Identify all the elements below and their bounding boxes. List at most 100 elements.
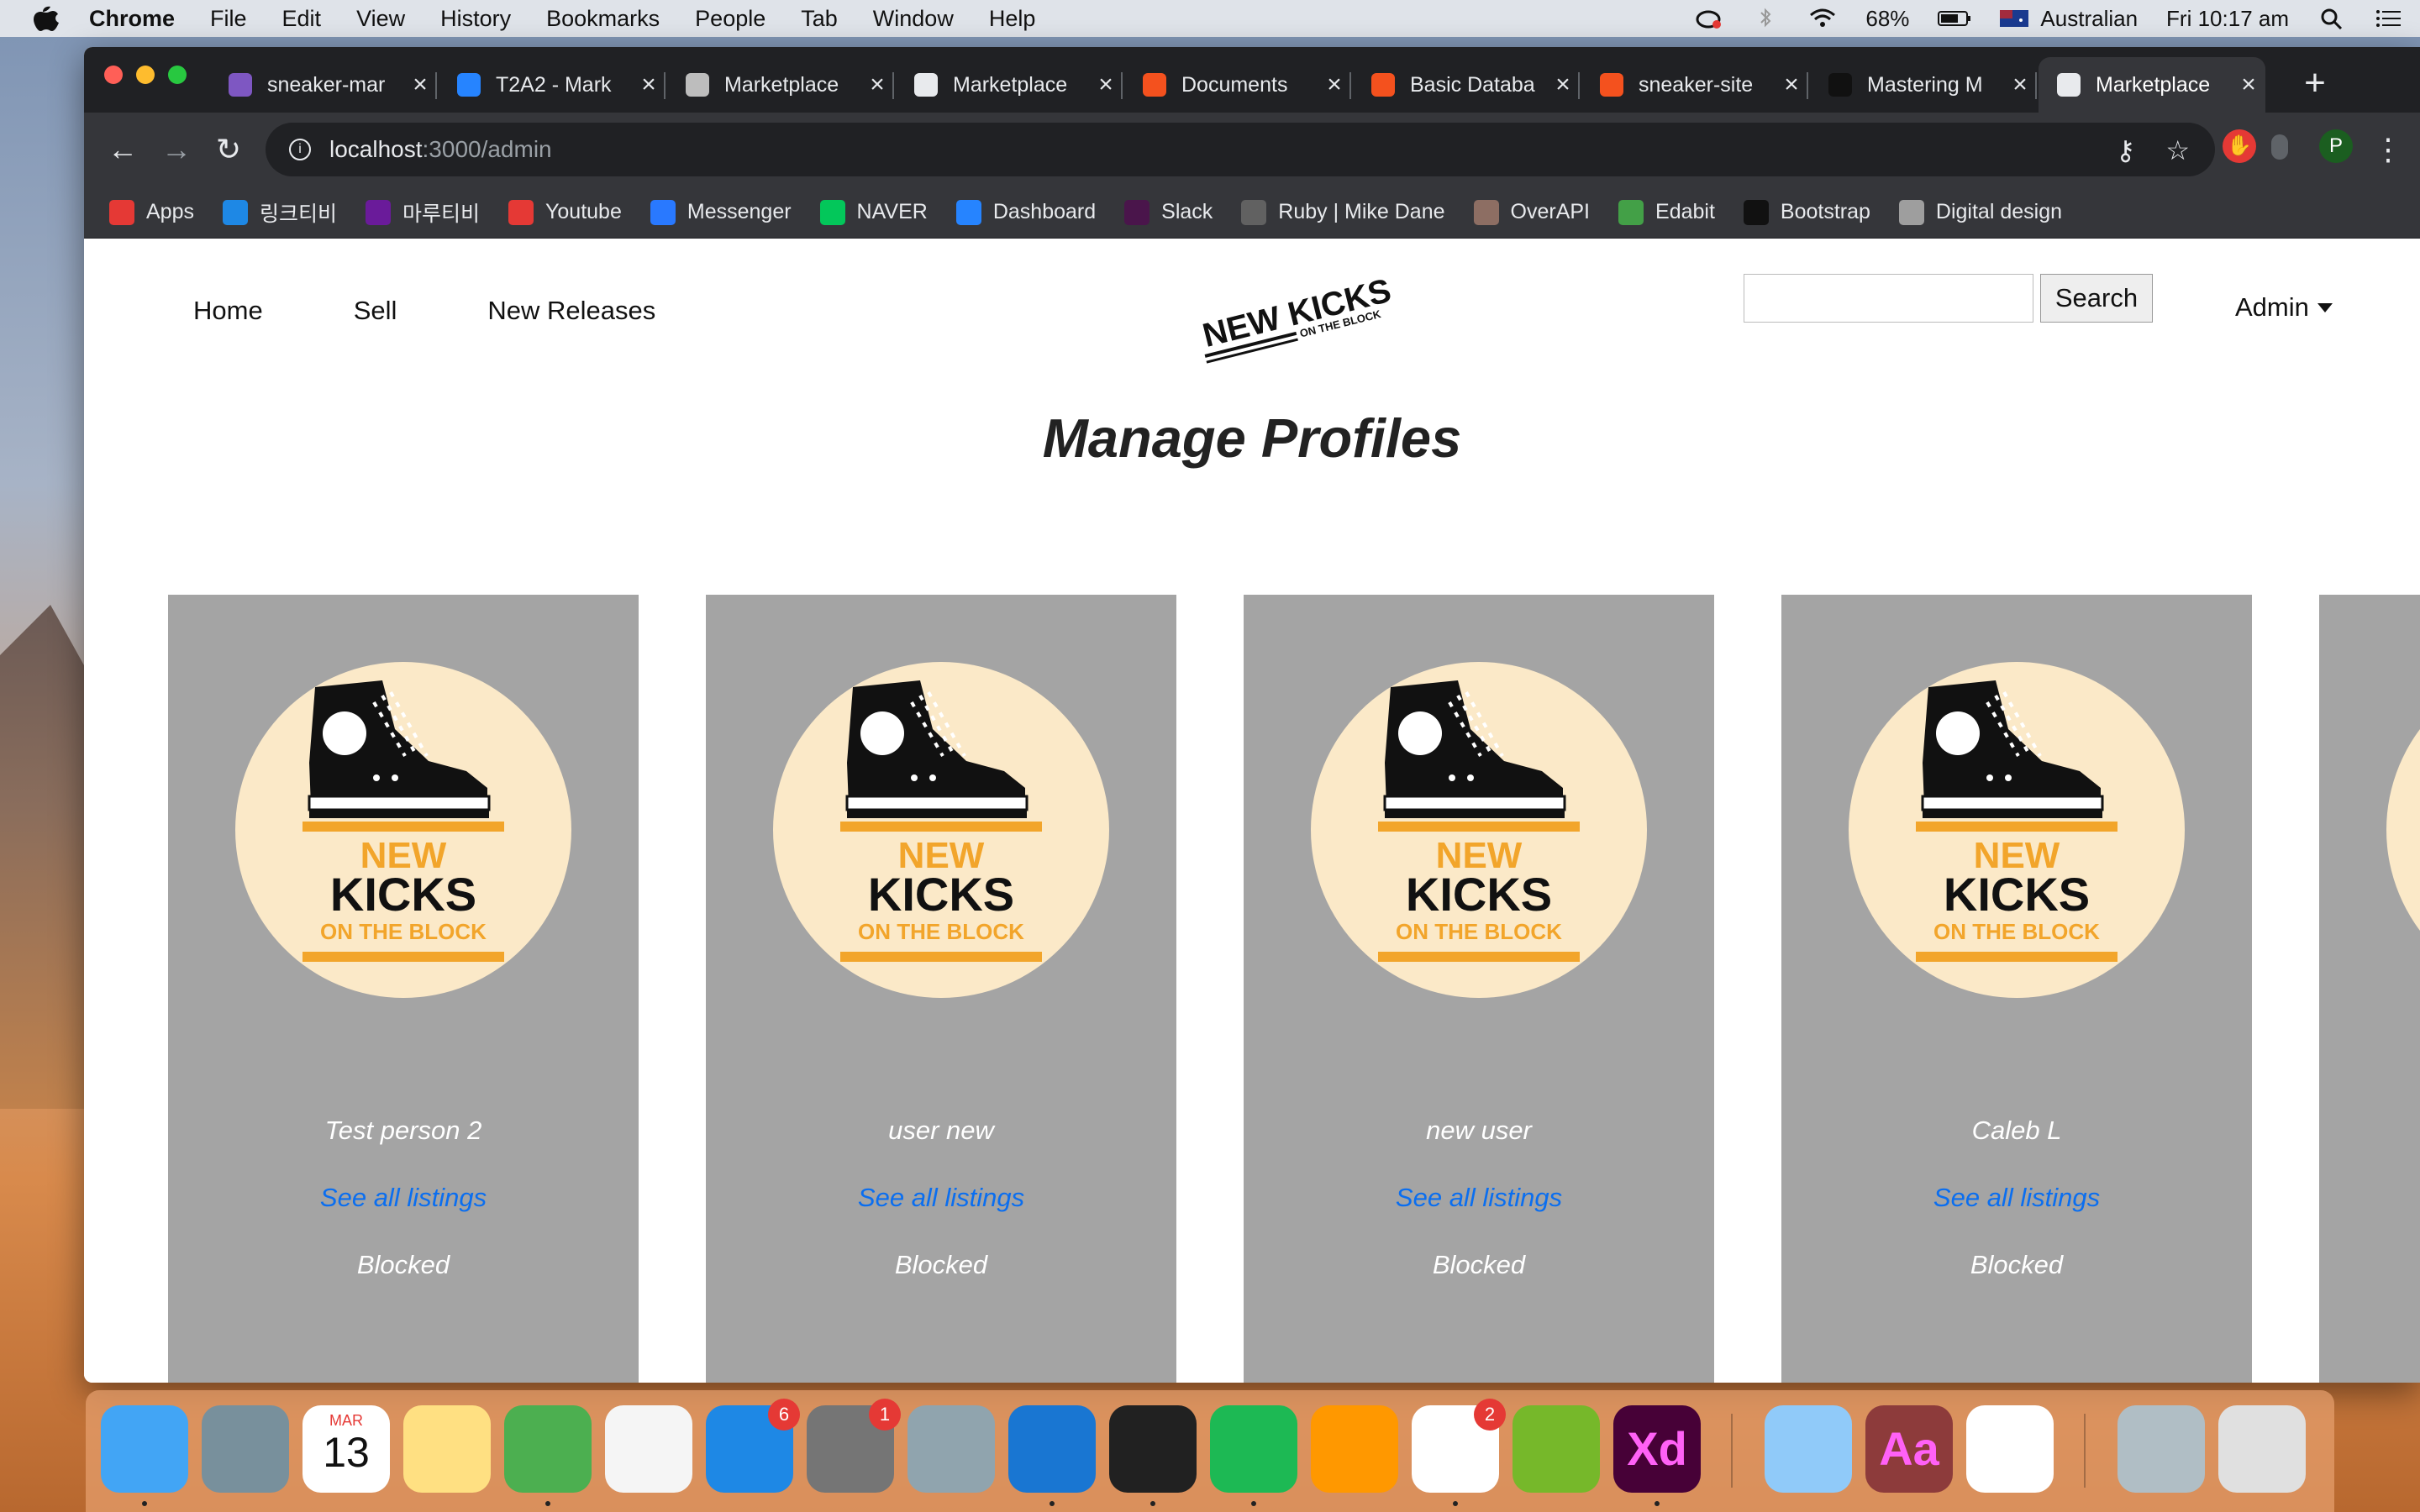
admin-dropdown[interactable]: Admin [2235, 292, 2333, 323]
close-tab-icon[interactable]: × [860, 71, 894, 99]
browser-tab[interactable]: T2A2 - Mark × [439, 57, 666, 113]
bookmark-star-icon[interactable]: ☆ [2165, 134, 2190, 166]
menu-clock[interactable]: Fri 10:17 am [2166, 6, 2289, 32]
bookmark-item[interactable]: Digital design [1898, 199, 2062, 225]
launchpad-icon[interactable] [202, 1405, 289, 1493]
menu-people[interactable]: People [695, 6, 765, 32]
address-bar[interactable]: i localhost:3000/admin ⚷ ☆ [266, 123, 2215, 176]
preview-icon[interactable] [908, 1405, 995, 1493]
adblock-extension-icon[interactable]: ✋ [2223, 129, 2256, 163]
menu-view[interactable]: View [356, 6, 405, 32]
creative-cloud-icon[interactable] [1694, 8, 1723, 29]
finder-icon[interactable] [101, 1405, 188, 1493]
bookmark-item[interactable]: NAVER [819, 199, 928, 225]
minimize-window-button[interactable] [136, 66, 155, 84]
bookmark-item[interactable]: Dashboard [955, 199, 1096, 225]
see-all-listings-link[interactable]: See all listings [168, 1183, 639, 1213]
close-tab-icon[interactable]: × [1546, 71, 1580, 99]
nav-new-releases-link[interactable]: New Releases [487, 296, 655, 326]
australia-flag-icon[interactable] [2000, 8, 2029, 29]
chrome-menu-icon[interactable]: ⋮ [2370, 131, 2407, 168]
notification-center-icon[interactable] [2375, 8, 2403, 29]
vscode-icon[interactable] [1008, 1405, 1096, 1493]
reload-button[interactable]: ↻ [210, 131, 247, 168]
browser-tab[interactable]: Marketplace × [896, 57, 1123, 113]
menu-window[interactable]: Window [873, 6, 954, 32]
search-input[interactable] [1744, 274, 2033, 323]
nav-home-link[interactable]: Home [193, 296, 263, 326]
bookmark-item[interactable]: Slack [1124, 199, 1213, 225]
input-source-label[interactable]: Australian [2040, 6, 2138, 32]
browser-tab[interactable]: Marketplace × [667, 57, 894, 113]
profile-status[interactable]: Blocked [1781, 1250, 2252, 1280]
profile-status[interactable]: Blocked [168, 1250, 639, 1280]
browser-tab[interactable]: sneaker-site × [1581, 57, 1808, 113]
pages-icon[interactable] [1311, 1405, 1398, 1493]
bookmark-item[interactable]: OverAPI [1473, 199, 1590, 225]
bookmark-item[interactable]: Youtube [508, 199, 622, 225]
apple-menu-icon[interactable] [34, 5, 59, 32]
zoom-window-button[interactable] [168, 66, 187, 84]
nav-sell-link[interactable]: Sell [354, 296, 397, 326]
utorrent-icon[interactable] [1512, 1405, 1600, 1493]
bookmark-item[interactable]: Messenger [650, 199, 792, 225]
sequel-pro-icon[interactable] [1966, 1405, 2054, 1493]
bookmark-item[interactable]: Ruby | Mike Dane [1241, 199, 1445, 225]
profile-status[interactable]: Blocked [1244, 1250, 1714, 1280]
calendar-icon[interactable]: MAR 13 [302, 1405, 390, 1493]
menu-help[interactable]: Help [989, 6, 1036, 32]
adobe-xd-icon[interactable]: Xd [1613, 1405, 1701, 1493]
trash-icon[interactable] [2218, 1405, 2306, 1493]
photos-icon[interactable] [605, 1405, 692, 1493]
see-all-listings-link[interactable]: See all listings [1781, 1183, 2252, 1213]
site-logo[interactable]: NEW KICKS ON THE BLOCK [1189, 264, 1391, 365]
browser-tab[interactable]: Documents × [1124, 57, 1351, 113]
close-tab-icon[interactable]: × [632, 71, 666, 99]
downloads-stack-icon[interactable] [2118, 1405, 2205, 1493]
search-button[interactable]: Search [2040, 274, 2153, 323]
forward-button[interactable]: → [158, 131, 195, 168]
battery-icon[interactable] [1938, 8, 1971, 29]
see-all-listings-link[interactable]: See all listings [706, 1183, 1176, 1213]
close-tab-icon[interactable]: × [1775, 71, 1808, 99]
close-window-button[interactable] [104, 66, 123, 84]
slack-icon[interactable]: 2 [1412, 1399, 1506, 1493]
spotlight-search-icon[interactable] [2317, 8, 2346, 29]
menu-tab[interactable]: Tab [801, 6, 838, 32]
close-tab-icon[interactable]: × [2003, 71, 2037, 99]
dictionary-icon[interactable]: Aa [1865, 1405, 1953, 1493]
menu-app-name[interactable]: Chrome [89, 6, 175, 32]
notes-icon[interactable] [403, 1405, 491, 1493]
browser-tab[interactable]: sneaker-mar × [210, 57, 437, 113]
menu-file[interactable]: File [210, 6, 247, 32]
profile-status[interactable]: Blocked [706, 1250, 1176, 1280]
extension-icon[interactable] [2271, 134, 2288, 160]
mail-icon[interactable] [1765, 1405, 1852, 1493]
bookmark-item[interactable]: Edabit [1618, 199, 1715, 225]
bookmark-item[interactable]: 마루티비 [366, 197, 480, 228]
browser-tab[interactable]: Marketplace × [2039, 57, 2265, 113]
back-button[interactable]: ← [104, 131, 141, 168]
browser-tab[interactable]: Basic Databa × [1353, 57, 1580, 113]
system-preferences-icon[interactable]: 1 [807, 1399, 901, 1493]
site-info-icon[interactable]: i [289, 139, 311, 160]
profile-avatar[interactable]: P [2319, 129, 2353, 163]
terminal-icon[interactable] [1109, 1405, 1197, 1493]
close-tab-icon[interactable]: × [403, 71, 437, 99]
see-all-listings-link[interactable]: See all listings [1244, 1183, 1714, 1213]
menu-history[interactable]: History [440, 6, 511, 32]
password-key-icon[interactable]: ⚷ [2116, 134, 2135, 166]
close-tab-icon[interactable]: × [2232, 71, 2265, 99]
bookmark-item[interactable]: 링크티비 [222, 197, 337, 228]
bookmark-item[interactable]: Apps [109, 199, 194, 225]
browser-tab[interactable]: Mastering M × [1810, 57, 2037, 113]
bluetooth-icon[interactable] [1751, 8, 1780, 29]
new-tab-button[interactable]: + [2294, 62, 2336, 104]
bookmark-item[interactable]: Bootstrap [1743, 199, 1870, 225]
wifi-icon[interactable] [1808, 8, 1837, 29]
app-store-icon[interactable]: 6 [706, 1399, 800, 1493]
close-tab-icon[interactable]: × [1089, 71, 1123, 99]
close-tab-icon[interactable]: × [1318, 71, 1351, 99]
spotify-icon[interactable] [1210, 1405, 1297, 1493]
menu-edit[interactable]: Edit [282, 6, 322, 32]
